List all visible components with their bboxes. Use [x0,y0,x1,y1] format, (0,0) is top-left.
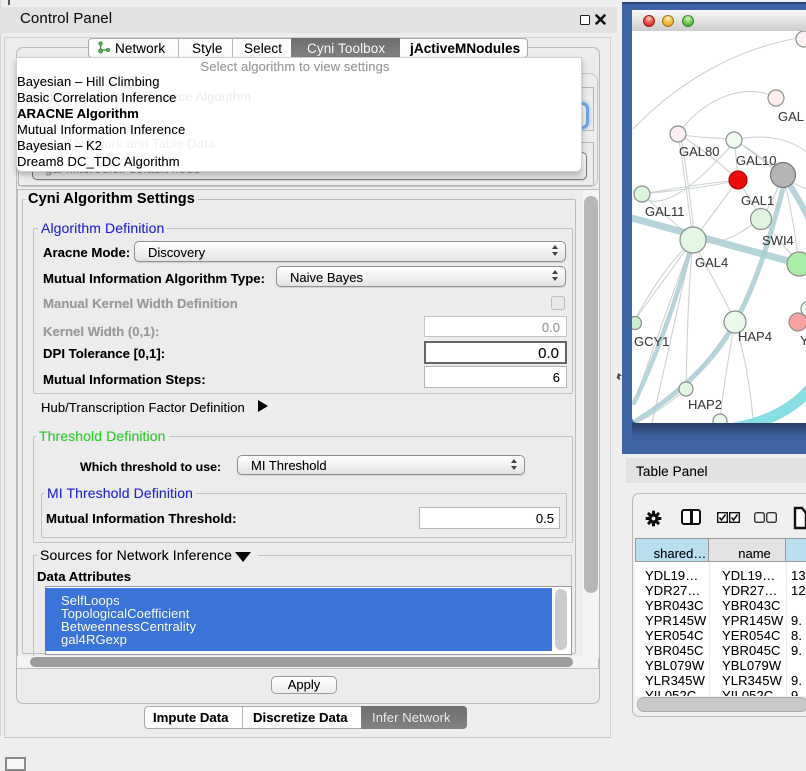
svg-text:GAL80: GAL80 [679,144,719,159]
svg-text:HAP4: HAP4 [738,329,772,344]
svg-text:GAL: GAL [778,109,804,124]
svg-text:GAL10: GAL10 [736,153,776,168]
svg-text:GCY1: GCY1 [634,334,669,349]
svg-text:GAL1: GAL1 [741,193,774,208]
svg-text:GAL4: GAL4 [695,255,728,270]
svg-text:GAL11: GAL11 [645,204,685,219]
svg-text:HAP2: HAP2 [688,397,722,412]
svg-text:Y: Y [800,333,806,348]
svg-text:SWI4: SWI4 [762,233,794,248]
